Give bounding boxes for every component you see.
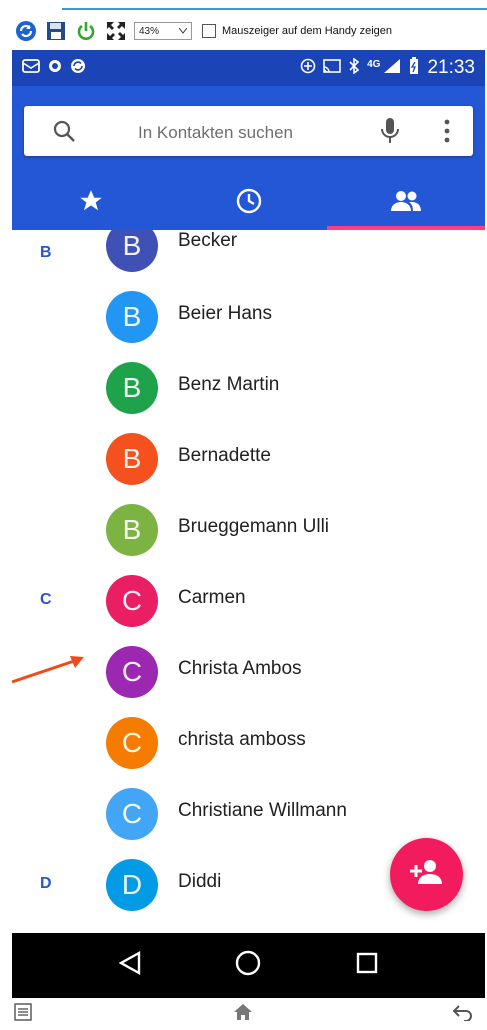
tab-contacts[interactable] [327,176,485,230]
sync-notification-icon [70,58,86,79]
tab-recent[interactable] [170,176,328,230]
power-icon[interactable] [74,19,98,43]
section-letter: C [40,591,52,608]
more-options-icon[interactable] [444,119,450,148]
save-icon[interactable] [44,19,68,43]
avatar: D [106,859,158,911]
bluetooth-icon [348,56,360,79]
section-letter: D [40,875,52,892]
contact-row[interactable]: C C Carmen [12,565,485,636]
recents-icon[interactable] [356,952,378,979]
avatar: B [106,433,158,485]
host-bottom-bar [0,998,487,1030]
tab-favorites[interactable] [12,176,170,230]
back-icon[interactable] [118,950,141,980]
avatar: C [106,717,158,769]
navigation-bar [12,933,485,998]
host-window-topline [62,8,487,10]
search-icon[interactable] [52,119,76,148]
contact-row[interactable]: B Beier Hans [12,281,485,352]
contact-name: christa amboss [178,729,306,750]
contact-name: Benz Martin [178,374,280,395]
search-box[interactable] [24,106,473,156]
contact-row[interactable]: B Brueggemann Ulli [12,494,485,565]
signal-icon [383,58,401,79]
app-bar [12,86,485,230]
contact-row[interactable]: B Bernadette [12,423,485,494]
home-icon[interactable] [233,1003,253,1026]
add-person-icon [409,859,444,890]
contact-name: Carmen [178,587,246,608]
star-icon [78,188,104,219]
contact-name: Diddi [178,871,222,892]
contacts-list[interactable]: B B Becker B Beier Hans B Benz Martin B … [12,230,485,930]
show-pointer-label: Mauszeiger auf dem Handy zeigen [222,25,392,37]
avatar: C [106,646,158,698]
phone-screen: 4G 21:33 In Kontakten suchen B B Becker … [12,50,485,998]
avatar: C [106,575,158,627]
microphone-icon[interactable] [380,117,400,150]
tab-bar [12,176,485,230]
contact-name: Beier Hans [178,303,272,324]
contact-row[interactable]: B Benz Martin [12,352,485,423]
battery-icon [408,56,420,80]
back-arrow-icon[interactable] [452,1003,473,1026]
contact-row[interactable]: C christa amboss [12,707,485,778]
contact-name: Christiane Willmann [178,800,347,821]
network-type: 4G [367,58,381,70]
status-bar: 4G 21:33 [12,50,485,86]
search-input[interactable] [136,121,360,145]
chevron-down-icon [178,26,188,37]
data-saver-icon [300,58,316,79]
zoom-value: 43% [139,25,160,37]
avatar: C [106,788,158,840]
avatar: B [106,291,158,343]
home-icon[interactable] [235,950,261,981]
cast-icon [323,58,341,78]
show-pointer-checkbox[interactable] [202,24,216,38]
contact-name: Bernadette [178,445,271,466]
zoom-select[interactable]: 43% [134,22,192,40]
clock-time: 21:33 [427,57,475,78]
contact-row[interactable] [12,920,485,930]
message-icon [22,58,40,78]
host-toolbar: 43% Mauszeiger auf dem Handy zeigen [0,16,487,46]
avatar: B [106,362,158,414]
annotation-arrow [12,656,84,684]
contact-name: Brueggemann Ulli [178,516,330,537]
refresh-icon[interactable] [14,19,38,43]
clock-icon [235,187,263,220]
avatar: B [106,230,158,272]
avatar: B [106,504,158,556]
contact-row[interactable]: C Christiane Willmann [12,778,485,849]
contact-name: Christa Ambos [178,658,302,679]
menu-icon[interactable] [14,1002,32,1026]
add-contact-button[interactable] [390,838,463,911]
section-letter: B [40,244,52,261]
people-icon [390,189,422,218]
contact-row[interactable]: B B Becker [12,230,485,281]
fullscreen-icon[interactable] [104,19,128,43]
contact-name: Becker [178,230,238,251]
circle-notification-icon [47,58,63,79]
